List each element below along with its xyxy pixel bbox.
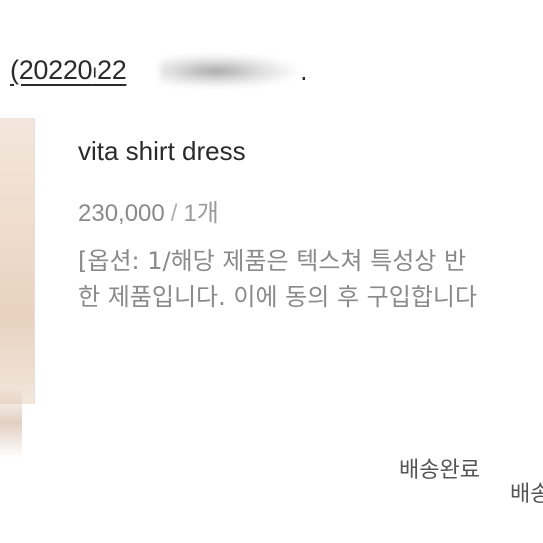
option-line-1: [옵션: 1/해당 제품은 텍스쳐 특성상 반 xyxy=(78,247,467,275)
product-quantity: 1개 xyxy=(183,200,219,227)
product-name[interactable]: vita shirt dress xyxy=(78,136,246,167)
thumbnail-shading xyxy=(0,388,22,458)
order-number-tail: . xyxy=(300,58,308,86)
product-option: [옵션: 1/해당 제품은 텍스쳐 특성상 반 한 제품입니다. 이에 동의 후… xyxy=(78,243,543,315)
redaction-blur xyxy=(160,54,300,88)
order-number-link[interactable]: (20220ı22 xyxy=(10,55,127,86)
product-thumbnail[interactable] xyxy=(0,118,35,458)
price-separator: / xyxy=(170,200,178,227)
delivery-status-secondary: 배송 xyxy=(510,482,543,507)
price-line: 230,000/1개 xyxy=(78,193,219,228)
option-line-2: 한 제품입니다. 이에 동의 후 구입합니다 xyxy=(78,283,478,311)
product-price: 230,000 xyxy=(78,200,165,227)
order-header: (20220ı22 xyxy=(10,50,127,90)
delivery-status: 배송완료 xyxy=(399,458,480,483)
